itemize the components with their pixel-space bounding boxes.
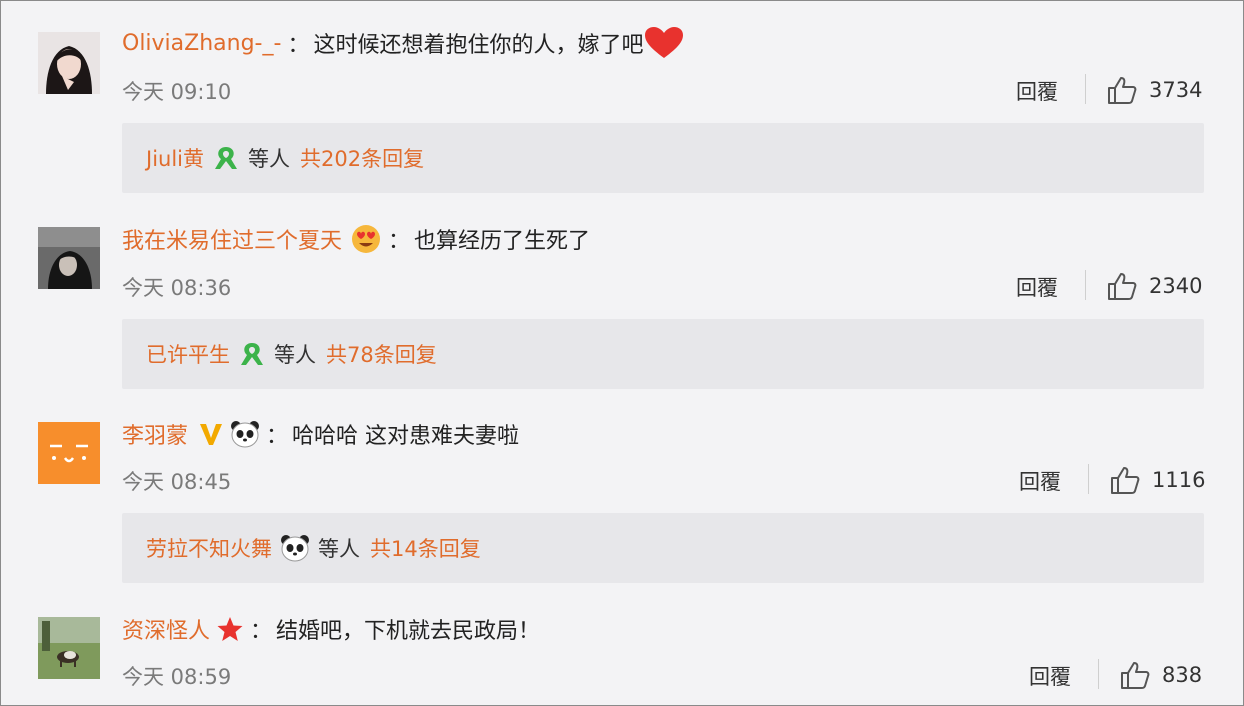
comment-text: 也算经历了生死了 — [414, 229, 591, 254]
comment-line: 资深怪人 ： 结婚吧，下机就去民政局！ — [122, 614, 540, 644]
avatar[interactable] — [38, 227, 100, 289]
like-count: 1116 — [1152, 468, 1206, 492]
comment-meta: 今天 09:10 回覆 3734 — [122, 74, 1204, 104]
comment-meta: 今天 08:59 回覆 838 — [122, 659, 1204, 689]
divider — [1098, 659, 1099, 689]
like-button[interactable]: 1116 — [1110, 466, 1205, 494]
like-count: 2340 — [1149, 274, 1203, 298]
thumbs-up-icon — [1111, 467, 1140, 494]
panda-icon — [230, 420, 260, 448]
ribbon-icon — [212, 145, 240, 171]
comment-meta: 今天 08:36 回覆 2340 — [122, 270, 1204, 300]
reply-preview[interactable]: Jiuli黄 等人 共202条回复 — [122, 123, 1204, 193]
reply-suffix: 等人 — [318, 537, 360, 561]
username-link[interactable]: 资深怪人 — [122, 613, 210, 645]
reply-username[interactable]: 劳拉不知火舞 — [146, 533, 272, 563]
like-count: 3734 — [1149, 78, 1203, 102]
colon: ： — [388, 229, 411, 254]
divider — [1088, 464, 1089, 494]
reply-preview[interactable]: 劳拉不知火舞 等人 共14条回复 — [122, 513, 1204, 583]
panda-icon — [280, 534, 310, 562]
comment-meta: 今天 08:45 回覆 1116 — [122, 464, 1205, 496]
divider — [1085, 270, 1086, 300]
timestamp: 今天 08:36 — [122, 276, 232, 300]
reply-button[interactable]: 回覆 — [1029, 661, 1071, 691]
comment-text: 结婚吧，下机就去民政局！ — [276, 619, 541, 644]
ribbon-icon — [238, 341, 266, 367]
like-button[interactable]: 3734 — [1107, 76, 1202, 104]
reply-username[interactable]: 已许平生 — [146, 339, 230, 369]
reply-suffix: 等人 — [274, 343, 316, 367]
comment-text: 这时候还想着抱住你的人，嫁了吧 — [313, 33, 644, 58]
heart-eyes-emoji-icon — [350, 224, 382, 254]
heart-icon — [645, 27, 684, 59]
comment-text: 哈哈哈 这对患难夫妻啦 — [292, 424, 520, 449]
thumbs-up-icon — [1121, 662, 1150, 689]
thumbs-up-icon — [1108, 77, 1137, 104]
username-link[interactable]: 李羽蒙 — [122, 418, 188, 450]
reply-suffix: 等人 — [248, 147, 291, 171]
reply-button[interactable]: 回覆 — [1016, 76, 1058, 106]
avatar[interactable] — [38, 617, 100, 679]
verified-v-icon — [198, 421, 224, 447]
divider — [1085, 74, 1086, 104]
reply-button[interactable]: 回覆 — [1019, 466, 1061, 496]
comment-line: 我在米易住过三个夏天 ： 也算经历了生死了 — [122, 224, 590, 254]
reply-total-link[interactable]: 共14条回复 — [370, 533, 481, 563]
username-link[interactable]: 我在米易住过三个夏天 — [122, 223, 342, 255]
colon: ： — [250, 619, 273, 644]
like-count: 838 — [1162, 663, 1203, 687]
red-star-icon — [216, 615, 244, 643]
username-link[interactable]: OliviaZhang-_- — [122, 31, 281, 56]
colon: ： — [266, 424, 289, 449]
timestamp: 今天 08:45 — [122, 470, 232, 494]
timestamp: 今天 08:59 — [122, 665, 232, 689]
avatar[interactable] — [38, 422, 100, 484]
thumbs-up-icon — [1108, 273, 1137, 300]
reply-total-link[interactable]: 共202条回复 — [300, 143, 424, 173]
comments-panel: OliviaZhang-_- ： 这时候还想着抱住你的人，嫁了吧 今天 09:1… — [0, 0, 1244, 706]
like-button[interactable]: 2340 — [1107, 272, 1202, 300]
colon: ： — [287, 33, 310, 58]
timestamp: 今天 09:10 — [122, 80, 232, 104]
reply-preview[interactable]: 已许平生 等人 共78条回复 — [122, 319, 1204, 389]
reply-total-link[interactable]: 共78条回复 — [326, 339, 437, 369]
reply-username[interactable]: Jiuli黄 — [146, 143, 204, 173]
avatar[interactable] — [38, 32, 100, 94]
like-button[interactable]: 838 — [1120, 661, 1202, 689]
comment-line: 李羽蒙 ： 哈哈哈 这对患难夫妻啦 — [122, 419, 519, 449]
comment-line: OliviaZhang-_- ： 这时候还想着抱住你的人，嫁了吧 — [122, 27, 684, 59]
reply-button[interactable]: 回覆 — [1016, 272, 1058, 302]
